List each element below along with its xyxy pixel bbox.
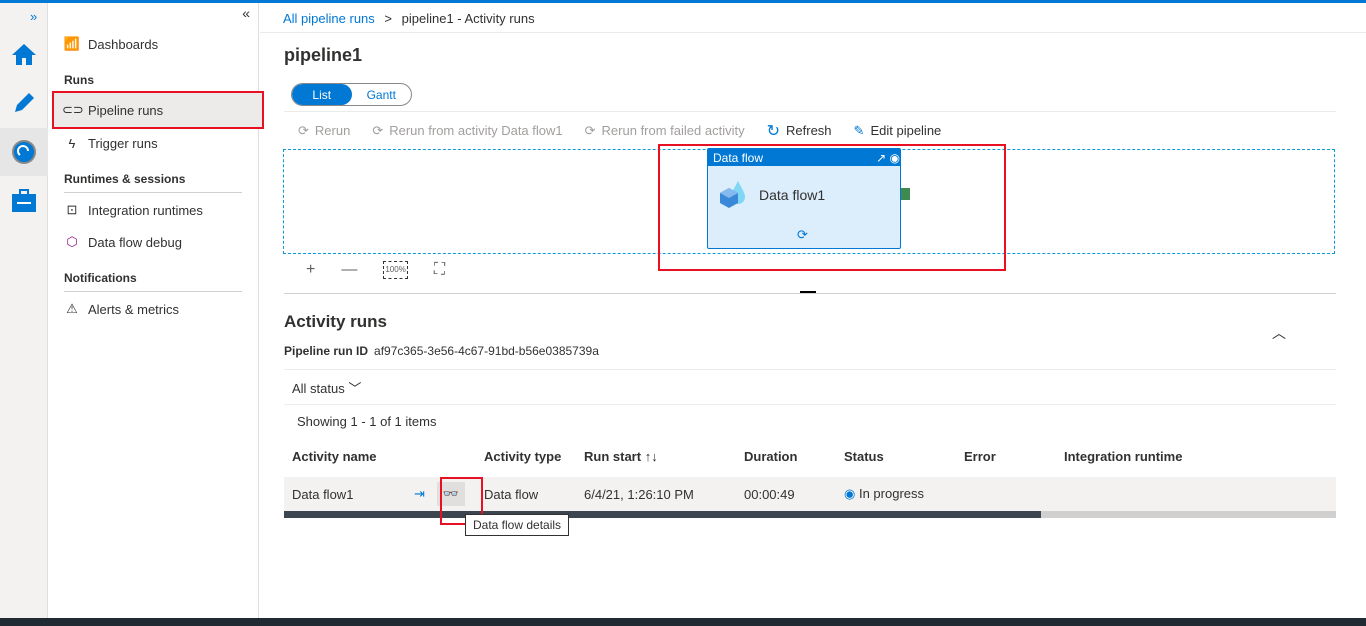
nav-label: Dashboards xyxy=(88,36,159,52)
col-integration-runtime: Integration runtime xyxy=(1064,448,1183,464)
nav-label: Integration runtimes xyxy=(88,202,203,218)
sort-icon: ↑↓ xyxy=(644,448,658,464)
in-progress-icon: ◉ xyxy=(844,486,856,501)
col-duration: Duration xyxy=(744,448,798,464)
nav-item-alerts[interactable]: ⚠ Alerts & metrics xyxy=(54,292,262,326)
nav-label: Pipeline runs xyxy=(88,102,164,118)
nav-item-trigger-runs[interactable]: ϟ Trigger runs xyxy=(54,126,262,160)
cell-run-start: 6/4/21, 1:26:10 PM xyxy=(584,486,694,502)
pencil-icon: ✎ xyxy=(853,122,865,138)
warning-icon: ⚠ xyxy=(66,301,78,316)
home-icon[interactable] xyxy=(8,38,40,70)
status-text: In progress xyxy=(858,486,925,501)
zoom-reset-icon[interactable]: 100% xyxy=(383,261,408,279)
page-title: pipeline1 xyxy=(284,45,363,65)
pencil-icon[interactable] xyxy=(8,87,40,119)
manage-toolbox-icon[interactable] xyxy=(8,185,40,217)
rerun-icon: ⟳ xyxy=(584,122,596,138)
fit-to-screen-icon[interactable]: ⛶ xyxy=(434,261,445,279)
run-id-value: af97c365-3e56-4c67-91bd-b56e0385739a xyxy=(374,344,599,358)
rerun-icon: ⟳ xyxy=(372,122,384,138)
highlight-box xyxy=(658,144,1006,271)
edit-pipeline-button[interactable]: ✎ Edit pipeline xyxy=(854,123,942,139)
tooltip: Data flow details xyxy=(465,514,570,536)
label: Rerun from failed activity xyxy=(601,123,745,138)
dashboard-icon: 📶 xyxy=(63,36,81,51)
collapse-chevron-icon[interactable]: ︿ xyxy=(1272,323,1286,343)
zoom-in-icon[interactable]: + xyxy=(306,261,315,279)
section-runs: Runs xyxy=(64,73,242,94)
nav-label: Data flow debug xyxy=(88,234,182,250)
col-activity-type: Activity type xyxy=(484,448,562,464)
activity-runs-title: Activity runs xyxy=(284,312,387,331)
col-activity-name: Activity name xyxy=(292,448,377,464)
label: Rerun from activity Data flow1 xyxy=(389,123,563,138)
monitor-icon[interactable] xyxy=(8,136,40,168)
col-run-start[interactable]: Run start ↑↓ xyxy=(584,449,744,464)
breadcrumb-all-pipeline-runs[interactable]: All pipeline runs xyxy=(283,11,375,26)
nav-item-pipeline-runs[interactable]: ⊂⊃ Pipeline runs xyxy=(52,91,264,129)
run-id-label: Pipeline run ID xyxy=(284,344,369,358)
section-notifications: Notifications xyxy=(64,271,242,292)
divider xyxy=(284,293,1336,294)
rerun-icon: ⟳ xyxy=(298,122,309,138)
col-status: Status xyxy=(844,448,884,464)
view-toggle: List Gantt xyxy=(291,83,412,106)
nav-item-data-flow-debug[interactable]: ⬡ Data flow debug xyxy=(54,225,262,259)
refresh-icon: ↻ xyxy=(766,122,781,140)
expand-icon[interactable]: » xyxy=(30,9,37,24)
divider xyxy=(260,32,1366,33)
breadcrumb-separator: > xyxy=(384,11,392,26)
collapse-icon[interactable]: « xyxy=(242,5,250,21)
chevron-down-icon: ﹀ xyxy=(348,380,362,396)
label: Run start xyxy=(584,448,642,464)
nav-item-integration-runtimes[interactable]: ⊡ Integration runtimes xyxy=(54,193,262,227)
label: Refresh xyxy=(786,123,832,138)
main-content: All pipeline runs > pipeline1 - Activity… xyxy=(260,3,1366,618)
nav-item-dashboards[interactable]: 📶 Dashboards xyxy=(54,27,262,61)
input-output-icon[interactable]: ⇥ xyxy=(414,486,425,502)
refresh-button[interactable]: ↻ Refresh xyxy=(767,121,832,141)
taskbar xyxy=(0,618,1366,626)
trigger-icon: ϟ xyxy=(68,135,76,151)
col-error: Error xyxy=(964,448,996,464)
cell-status: ◉ In progress xyxy=(844,486,964,502)
breadcrumb: All pipeline runs > pipeline1 - Activity… xyxy=(283,11,535,26)
left-rail: » xyxy=(0,3,48,618)
rerun-failed-button[interactable]: ⟳ Rerun from failed activity xyxy=(585,123,745,139)
data-flow-debug-icon: ⬡ xyxy=(66,234,78,249)
filter-label: All status xyxy=(292,380,345,396)
tab-list[interactable]: List xyxy=(292,84,352,105)
nav-label: Trigger runs xyxy=(88,135,158,151)
table-header: Activity name Activity type Run start ↑↓… xyxy=(284,445,1336,467)
rerun-button[interactable]: ⟳ Rerun xyxy=(298,123,350,139)
section-runtimes: Runtimes & sessions xyxy=(64,172,242,193)
integration-runtime-icon: ⊡ xyxy=(66,202,78,217)
label: Edit pipeline xyxy=(870,123,942,138)
status-filter-bar: All status ﹀ xyxy=(284,369,1336,405)
side-nav: « 📶 Dashboards Runs ⊂⊃ Pipeline runs ϟ Trig… xyxy=(48,3,264,618)
pipeline-run-id: Pipeline run ID af97c365-3e56-4c67-91bd-b… xyxy=(284,344,599,358)
cell-name: Data flow1 xyxy=(292,486,354,502)
zoom-out-icon[interactable]: — xyxy=(341,261,357,279)
rerun-from-activity-button[interactable]: ⟳ Rerun from activity Data flow1 xyxy=(372,123,562,139)
label: Rerun xyxy=(314,123,351,138)
scrollbar-thumb[interactable] xyxy=(284,511,1042,518)
cell-type: Data flow xyxy=(484,486,539,502)
tab-gantt[interactable]: Gantt xyxy=(352,84,412,105)
nav-label: Alerts & metrics xyxy=(88,301,180,317)
canvas-zoom-tools: + — 100% ⛶ xyxy=(306,261,445,279)
cell-duration: 00:00:49 xyxy=(744,486,795,502)
item-count: Showing 1 - 1 of 1 items xyxy=(297,414,437,429)
status-filter-dropdown[interactable]: All status ﹀ xyxy=(292,378,361,397)
pipeline-runs-icon: ⊂⊃ xyxy=(62,102,84,117)
breadcrumb-current: pipeline1 - Activity runs xyxy=(401,11,535,26)
